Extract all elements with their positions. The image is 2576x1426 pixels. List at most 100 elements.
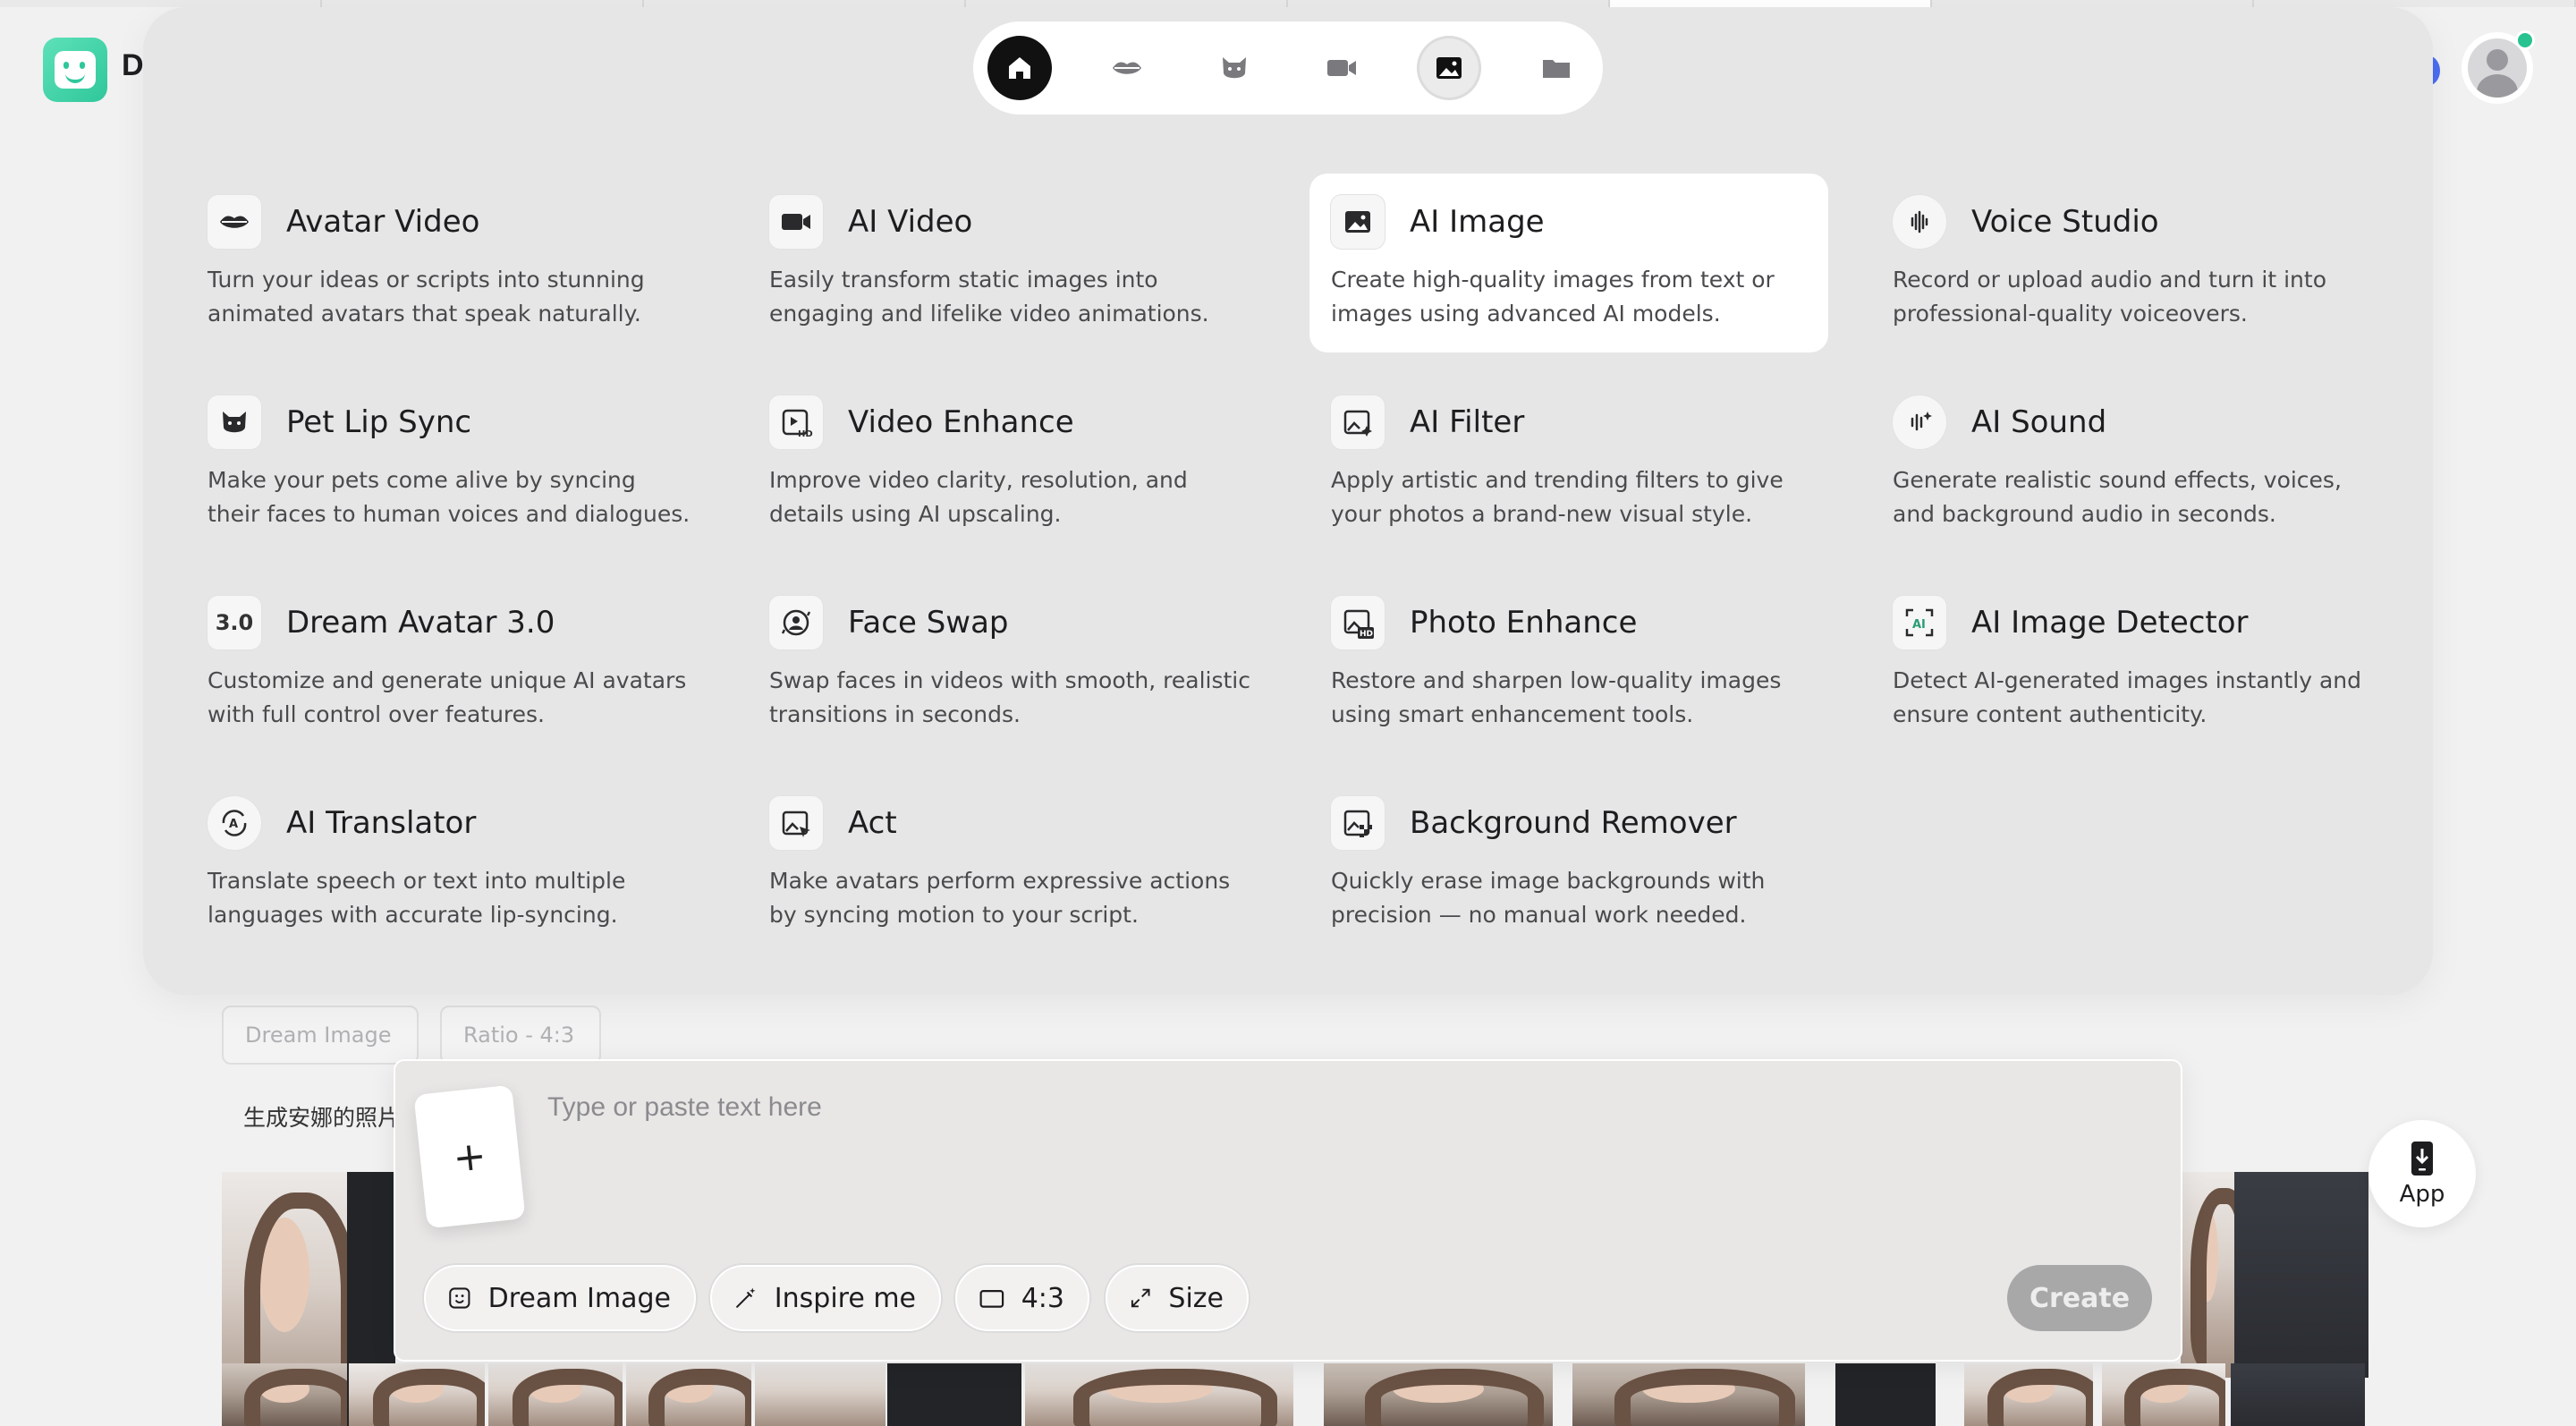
history-prompt: 生成安娜的照片 xyxy=(243,1105,401,1131)
home-icon xyxy=(1009,57,1030,79)
model-label: Dream Image xyxy=(487,1282,671,1314)
nav-ai-video[interactable] xyxy=(1309,36,1374,100)
gallery-image[interactable] xyxy=(2102,1363,2225,1426)
nav-avatar-video[interactable] xyxy=(1095,36,1159,100)
feature-title: AI Translator xyxy=(286,805,477,841)
lips-icon xyxy=(220,216,249,228)
feature-title: Face Swap xyxy=(848,605,1009,641)
sound-wave-icon xyxy=(1911,210,1928,233)
add-reference-image-button[interactable]: + xyxy=(413,1084,526,1229)
gallery-image[interactable] xyxy=(488,1363,623,1426)
feature-title: Voice Studio xyxy=(1971,204,2159,240)
svg-text:HD: HD xyxy=(798,429,813,439)
gallery-image[interactable] xyxy=(1964,1363,2093,1426)
download-app-button[interactable]: App xyxy=(2368,1120,2476,1227)
nav-home[interactable] xyxy=(987,36,1052,100)
gallery-image[interactable] xyxy=(887,1363,1021,1426)
smile-icon xyxy=(449,1287,470,1309)
gallery-image[interactable] xyxy=(1324,1363,1553,1426)
feature-title: AI Image xyxy=(1410,204,1545,240)
feature-description: Record or upload audio and turn it into … xyxy=(1893,267,2326,327)
feature-avatar-video[interactable]: Avatar Video Turn your ideas or scripts … xyxy=(186,174,705,352)
feature-ai-image-detector[interactable]: AI AI Image Detector Detect AI-generated… xyxy=(1871,574,2390,753)
smile-icon xyxy=(55,51,96,89)
feature-dream-avatar[interactable]: 3.0 Dream Avatar 3.0 Customize and gener… xyxy=(186,574,705,753)
feature-background-remover[interactable]: Background Remover Quickly erase image b… xyxy=(1309,775,1828,954)
gallery-image[interactable] xyxy=(1835,1363,1936,1426)
feature-title: AI Sound xyxy=(1971,404,2107,440)
feature-description: Customize and generate unique AI avatars… xyxy=(208,667,687,727)
feature-ai-video[interactable]: AI Video Easily transform static images … xyxy=(748,174,1267,352)
nav-ai-image[interactable] xyxy=(1417,36,1481,100)
feature-title: AI Video xyxy=(848,204,973,240)
nav-pet-lip-sync[interactable] xyxy=(1202,36,1267,100)
magic-wand-icon xyxy=(736,1287,756,1308)
svg-text:A: A xyxy=(229,818,238,831)
video-camera-icon xyxy=(1327,60,1356,76)
gallery-image[interactable] xyxy=(1572,1363,1805,1426)
feature-ai-translator[interactable]: A AI Translator Translate speech or text… xyxy=(186,775,705,954)
feature-ai-filter[interactable]: AI Filter Apply artistic and trending fi… xyxy=(1309,374,1828,553)
feature-description: Make your pets come alive by syncing the… xyxy=(208,467,691,527)
version-icon: 3.0 xyxy=(215,610,254,635)
lips-icon xyxy=(1113,62,1141,74)
expand-icon xyxy=(1131,1288,1150,1308)
video-camera-icon xyxy=(782,214,810,230)
feature-pet-lip-sync[interactable]: Pet Lip Sync Make your pets come alive b… xyxy=(186,374,705,553)
video-hd-icon: HD xyxy=(782,409,813,439)
feature-description: Detect AI-generated images instantly and… xyxy=(1893,667,2362,727)
gallery-image[interactable] xyxy=(626,1363,751,1426)
inspire-label: Inspire me xyxy=(774,1282,916,1314)
feature-face-swap[interactable]: Face Swap Swap faces in videos with smoo… xyxy=(748,574,1267,753)
aspect-ratio-button[interactable]: 4:3 xyxy=(955,1265,1089,1331)
brand-initial: D xyxy=(122,48,144,82)
top-tab-strip xyxy=(0,0,2576,7)
feature-description: Translate speech or text into multiple l… xyxy=(208,868,626,928)
feature-title: Avatar Video xyxy=(286,204,480,240)
feature-description: Quickly erase image backgrounds with pre… xyxy=(1331,868,1766,928)
feature-video-enhance[interactable]: HD Video Enhance Improve video clarity, … xyxy=(748,374,1267,553)
cat-icon xyxy=(1223,57,1246,79)
history-ratio-chip: Ratio - 4:3 xyxy=(440,1006,601,1065)
gallery-image[interactable] xyxy=(1025,1363,1293,1426)
gallery-image[interactable] xyxy=(222,1363,347,1426)
gallery-image[interactable] xyxy=(349,1363,485,1426)
sparkle-sound-icon xyxy=(1911,412,1932,431)
feature-ai-sound[interactable]: AI Sound Generate realistic sound effect… xyxy=(1871,374,2390,553)
size-button[interactable]: Size xyxy=(1106,1265,1249,1331)
size-label: Size xyxy=(1168,1282,1224,1314)
gallery-image[interactable] xyxy=(2231,1363,2365,1426)
feature-voice-studio[interactable]: Voice Studio Record or upload audio and … xyxy=(1871,174,2390,352)
feature-title: Photo Enhance xyxy=(1410,605,1638,641)
image-icon xyxy=(1345,211,1370,233)
feature-title: Act xyxy=(848,805,897,841)
phone-download-icon xyxy=(2411,1142,2433,1176)
feature-description: Swap faces in videos with smooth, realis… xyxy=(769,667,1251,727)
feature-act[interactable]: Act Make avatars perform expressive acti… xyxy=(748,775,1267,954)
top-icon-nav xyxy=(973,21,1603,115)
svg-text:AI: AI xyxy=(1912,618,1926,632)
feature-description: Create high-quality images from text or … xyxy=(1331,267,1775,327)
create-button[interactable]: Create xyxy=(2007,1265,2152,1331)
photo-hd-icon: HD xyxy=(1343,609,1374,639)
nav-files[interactable] xyxy=(1524,36,1589,100)
feature-title: Background Remover xyxy=(1410,805,1737,841)
image-icon xyxy=(1436,57,1462,79)
act-icon xyxy=(782,811,810,837)
face-swap-icon xyxy=(781,609,811,636)
app-logo[interactable] xyxy=(43,38,107,102)
feature-description: Improve video clarity, resolution, and d… xyxy=(769,467,1188,527)
gallery-image[interactable] xyxy=(2181,1172,2234,1378)
feature-description: Turn your ideas or scripts into stunning… xyxy=(208,267,645,327)
feature-title: AI Image Detector xyxy=(1971,605,2249,641)
feature-ai-image[interactable]: AI Image Create high-quality images from… xyxy=(1309,174,1828,352)
gallery-image[interactable] xyxy=(755,1363,886,1426)
bg-remove-icon xyxy=(1343,810,1372,837)
inspire-me-button[interactable]: Inspire me xyxy=(710,1265,941,1331)
model-select-button[interactable]: Dream Image xyxy=(424,1265,696,1331)
feature-description: Make avatars perform expressive actions … xyxy=(769,868,1231,928)
feature-title: Video Enhance xyxy=(848,404,1074,440)
prompt-input[interactable] xyxy=(547,1090,2068,1125)
feature-photo-enhance[interactable]: HD Photo Enhance Restore and sharpen low… xyxy=(1309,574,1828,753)
cat-icon xyxy=(223,412,246,433)
